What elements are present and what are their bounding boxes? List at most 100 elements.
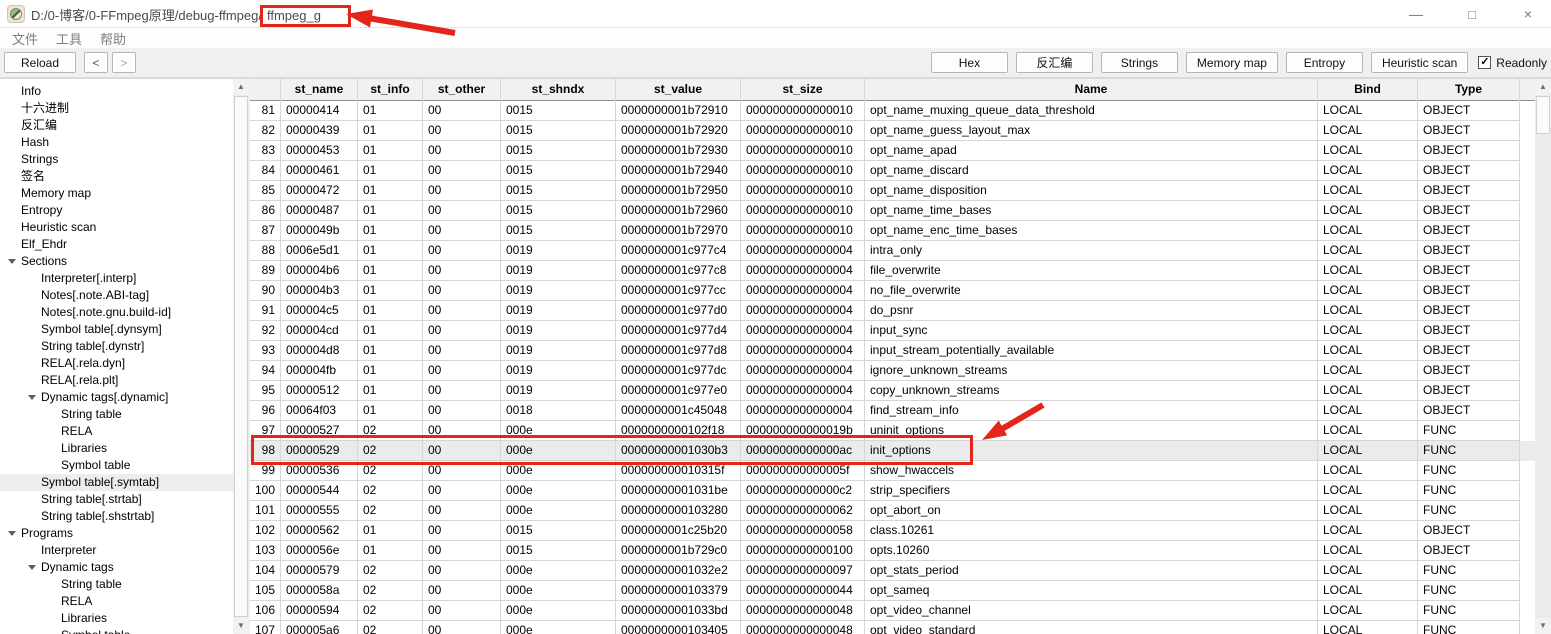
heuristic-scan-button[interactable]: Heuristic scan	[1370, 52, 1469, 73]
sidebar-item-string-table[interactable]: String table	[0, 576, 233, 593]
table-row-107[interactable]: 107 000005a6 02 00 000e 0000000000103405 00000…	[250, 621, 1535, 634]
cell-type: OBJECT	[1418, 361, 1520, 381]
back-button[interactable]: <	[84, 52, 108, 73]
table-row-88[interactable]: 88 0006e5d1 01 00 0019 0000000001c977c4 000000…	[250, 241, 1535, 261]
readonly-checkbox[interactable]: ✓	[1478, 56, 1492, 69]
scroll-up-icon[interactable]: ▲	[233, 79, 249, 95]
strings-button[interactable]: Strings	[1100, 52, 1178, 73]
sidebar-item-libraries[interactable]: Libraries	[0, 610, 233, 627]
cell-index: 104	[250, 561, 281, 581]
minimize-icon[interactable]: —	[1403, 6, 1429, 22]
expander-icon[interactable]	[8, 531, 16, 536]
table-row-89[interactable]: 89 000004b6 01 00 0019 0000000001c977c8 000000…	[250, 261, 1535, 281]
scroll-up-icon[interactable]: ▲	[1535, 79, 1551, 95]
sidebar-item-interpreter[interactable]: Interpreter	[0, 542, 233, 559]
table-row-99[interactable]: 99 00000536 02 00 000e 000000000010315f 000000…	[250, 461, 1535, 481]
reload-button[interactable]: Reload	[4, 52, 76, 73]
table-row-93[interactable]: 93 000004d8 01 00 0019 0000000001c977d8 000000…	[250, 341, 1535, 361]
sidebar-scrollbar-thumb[interactable]	[234, 96, 248, 617]
table-row-86[interactable]: 86 00000487 01 00 0015 0000000001b72960 000000…	[250, 201, 1535, 221]
table-row-97[interactable]: 97 00000527 02 00 000e 0000000000102f18 000000…	[250, 421, 1535, 441]
memory-map-button[interactable]: Memory map	[1185, 52, 1278, 73]
expander-icon[interactable]	[28, 395, 36, 400]
sidebar-item-rela-rela-dyn[interactable]: RELA[.rela.dyn]	[0, 355, 233, 372]
sidebar-item-entropy[interactable]: Entropy	[0, 202, 233, 219]
sidebar-item-notes-note-gnu-build-id[interactable]: Notes[.note.gnu.build-id]	[0, 304, 233, 321]
menu-item-item-2[interactable]: 帮助	[98, 29, 128, 48]
table-row-85[interactable]: 85 00000472 01 00 0015 0000000001b72950 000000…	[250, 181, 1535, 201]
sidebar-item-symbol-table-dynsym[interactable]: Symbol table[.dynsym]	[0, 321, 233, 338]
expander-icon[interactable]	[28, 565, 36, 570]
sidebar-item-hash[interactable]: Hash	[0, 134, 233, 151]
item-1-button[interactable]: 反汇编	[1015, 52, 1093, 73]
cell-st-info: 02	[358, 601, 423, 621]
sidebar-item-label: 反汇编	[21, 118, 58, 132]
table-row-96[interactable]: 96 00064f03 01 00 0018 0000000001c45048 000000…	[250, 401, 1535, 421]
table-row-90[interactable]: 90 000004b3 01 00 0019 0000000001c977cc 000000…	[250, 281, 1535, 301]
hex-button[interactable]: Hex	[930, 52, 1008, 73]
expander-icon[interactable]	[8, 259, 16, 264]
sidebar-item-elf-ehdr[interactable]: Elf_Ehdr	[0, 236, 233, 253]
sidebar-item-heuristic-scan[interactable]: Heuristic scan	[0, 219, 233, 236]
sidebar-item-memory-map[interactable]: Memory map	[0, 185, 233, 202]
sidebar-item-string-table-shstrtab[interactable]: String table[.shstrtab]	[0, 508, 233, 525]
cell-st-value: 0000000001b729c0	[616, 541, 741, 561]
sidebar-item-item-2[interactable]: 反汇编	[0, 117, 233, 134]
sidebar-item-dynamic-tags-dynamic[interactable]: Dynamic tags[.dynamic]	[0, 389, 233, 406]
cell-type: OBJECT	[1418, 121, 1520, 141]
cell-bind: LOCAL	[1318, 181, 1418, 201]
sidebar-scrollbar[interactable]: ▲ ▼	[233, 78, 249, 634]
sidebar-item-rela-rela-plt[interactable]: RELA[.rela.plt]	[0, 372, 233, 389]
table-scrollbar[interactable]: ▲ ▼	[1535, 78, 1551, 634]
sidebar-item-notes-note-abi-tag[interactable]: Notes[.note.ABI-tag]	[0, 287, 233, 304]
sidebar-item-string-table[interactable]: String table	[0, 406, 233, 423]
sidebar-item-symbol-table[interactable]: Symbol table	[0, 457, 233, 474]
sidebar-item-string-table-strtab[interactable]: String table[.strtab]	[0, 491, 233, 508]
close-icon[interactable]: ×	[1515, 6, 1541, 22]
sidebar-item-item-1[interactable]: 十六进制	[0, 100, 233, 117]
sidebar-item-rela[interactable]: RELA	[0, 423, 233, 440]
sidebar-item-item-5[interactable]: 签名	[0, 168, 233, 185]
table-row-103[interactable]: 103 0000056e 01 00 0015 0000000001b729c0 00000…	[250, 541, 1535, 561]
sidebar-item-interpreter-interp[interactable]: Interpreter[.interp]	[0, 270, 233, 287]
table-row-92[interactable]: 92 000004cd 01 00 0019 0000000001c977d4 000000…	[250, 321, 1535, 341]
table-row-105[interactable]: 105 0000058a 02 00 000e 0000000000103379 00000…	[250, 581, 1535, 601]
cell-st-other: 00	[423, 361, 501, 381]
entropy-button[interactable]: Entropy	[1285, 52, 1363, 73]
sidebar-item-dynamic-tags[interactable]: Dynamic tags	[0, 559, 233, 576]
table-scrollbar-thumb[interactable]	[1536, 96, 1550, 134]
table-row-106[interactable]: 106 00000594 02 00 000e 00000000001033bd 00000…	[250, 601, 1535, 621]
table-row-87[interactable]: 87 0000049b 01 00 0015 0000000001b72970 000000…	[250, 221, 1535, 241]
table-row-102[interactable]: 102 00000562 01 00 0015 0000000001c25b20 00000…	[250, 521, 1535, 541]
table-row-104[interactable]: 104 00000579 02 00 000e 00000000001032e2 00000…	[250, 561, 1535, 581]
scroll-down-icon[interactable]: ▼	[1535, 618, 1551, 634]
table-row-84[interactable]: 84 00000461 01 00 0015 0000000001b72940 000000…	[250, 161, 1535, 181]
sidebar-item-strings[interactable]: Strings	[0, 151, 233, 168]
sidebar-item-info[interactable]: Info	[0, 83, 233, 100]
col-header-st-shndx: st_shndx	[501, 79, 616, 101]
table-row-98[interactable]: 98 00000529 02 00 000e 00000000001030b3 000000…	[250, 441, 1535, 461]
table-row-100[interactable]: 100 00000544 02 00 000e 00000000001031be 00000…	[250, 481, 1535, 501]
sidebar-item-string-table-dynstr[interactable]: String table[.dynstr]	[0, 338, 233, 355]
table-row-82[interactable]: 82 00000439 01 00 0015 0000000001b72920 000000…	[250, 121, 1535, 141]
sidebar-item-symbol-table-symtab[interactable]: Symbol table[.symtab]	[0, 474, 233, 491]
table-row-94[interactable]: 94 000004fb 01 00 0019 0000000001c977dc 000000…	[250, 361, 1535, 381]
scroll-down-icon[interactable]: ▼	[233, 618, 249, 634]
table-row-91[interactable]: 91 000004c5 01 00 0019 0000000001c977d0 000000…	[250, 301, 1535, 321]
table-row-95[interactable]: 95 00000512 01 00 0019 0000000001c977e0 000000…	[250, 381, 1535, 401]
sidebar-item-programs[interactable]: Programs	[0, 525, 233, 542]
sidebar-item-label: Entropy	[21, 203, 63, 217]
maximize-icon[interactable]: □	[1459, 7, 1485, 22]
cell-st-value: 0000000001c977dc	[616, 361, 741, 381]
menu-item-item-0[interactable]: 文件	[10, 29, 40, 48]
sidebar-item-sections[interactable]: Sections	[0, 253, 233, 270]
menu-item-item-1[interactable]: 工具	[54, 29, 84, 48]
forward-button[interactable]: >	[112, 52, 136, 73]
sidebar-item-rela[interactable]: RELA	[0, 593, 233, 610]
cell-type: OBJECT	[1418, 401, 1520, 421]
sidebar-item-libraries[interactable]: Libraries	[0, 440, 233, 457]
sidebar-item-symbol-table[interactable]: Symbol table	[0, 627, 233, 634]
table-row-83[interactable]: 83 00000453 01 00 0015 0000000001b72930 000000…	[250, 141, 1535, 161]
table-row-101[interactable]: 101 00000555 02 00 000e 0000000000103280 00000…	[250, 501, 1535, 521]
table-row-81[interactable]: 81 00000414 01 00 0015 0000000001b72910 000000…	[250, 101, 1535, 121]
